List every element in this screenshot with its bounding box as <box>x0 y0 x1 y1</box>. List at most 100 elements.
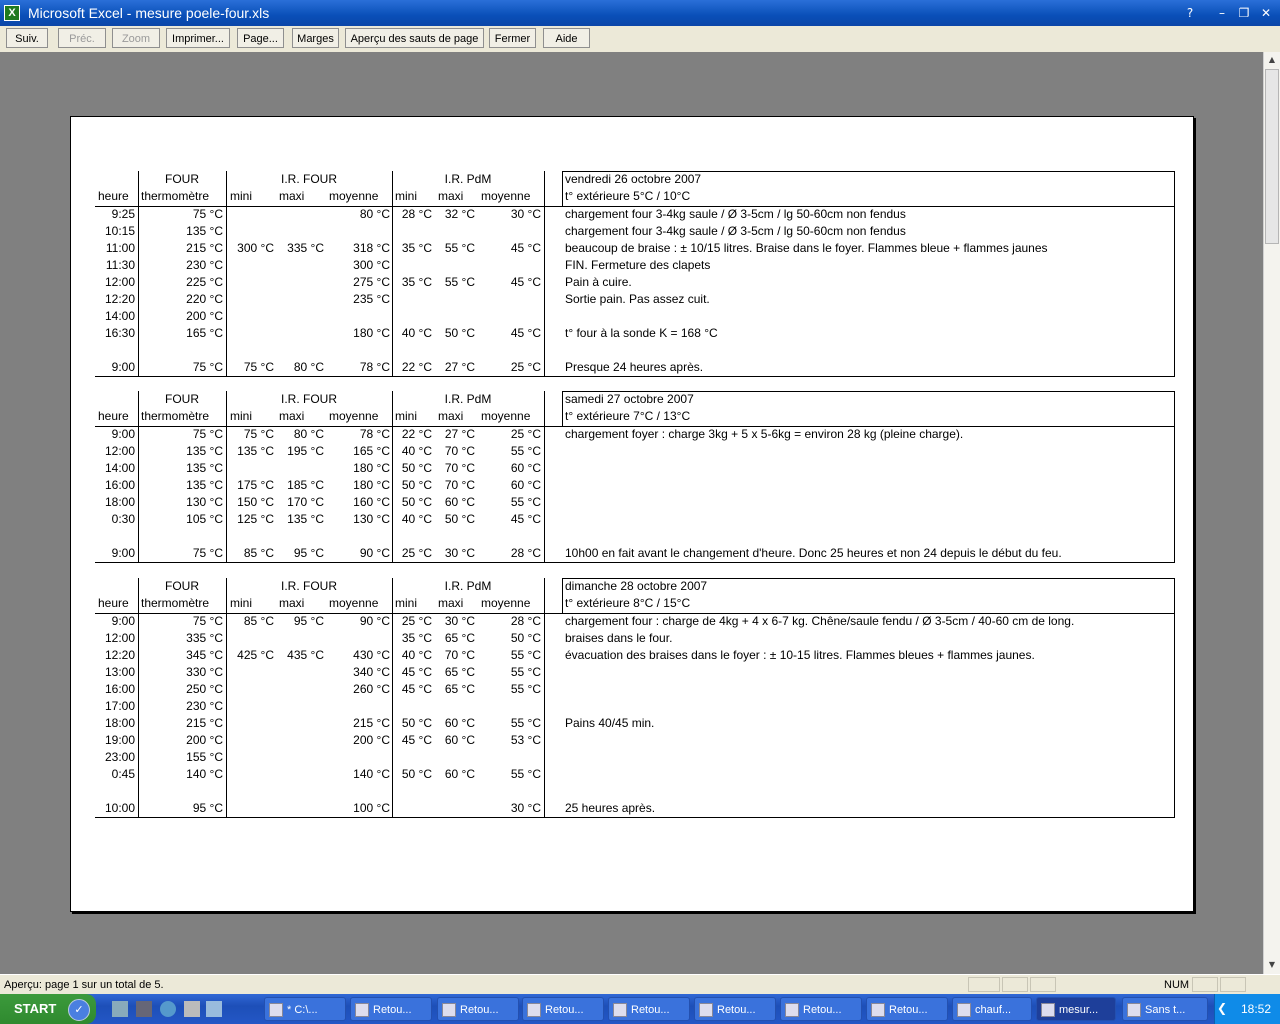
cell: 14:00 <box>104 461 135 475</box>
header-pdm-mini: mini <box>395 409 418 423</box>
chevron-left-icon[interactable]: ❮ <box>1217 1000 1233 1016</box>
cell: 12:20 <box>104 648 135 662</box>
restore-button[interactable]: ❐ <box>1234 4 1254 22</box>
header-pdm-moyenne: moyenne <box>481 596 531 610</box>
taskbar-task[interactable]: Retou... <box>608 997 690 1021</box>
continuation-mark <box>226 536 227 544</box>
cell: 90 °C <box>359 546 390 560</box>
cell: 50 °C <box>444 326 475 340</box>
taskbar-task[interactable]: mesur... <box>1036 997 1116 1021</box>
cell: 60 °C <box>510 461 541 475</box>
quicklaunch-icon[interactable] <box>206 1001 222 1017</box>
cell: 60 °C <box>444 733 475 747</box>
zoom-button[interactable]: Zoom <box>112 28 160 48</box>
cell: beaucoup de braise : ± 10/15 litres. Bra… <box>565 241 1048 255</box>
cell: 50 °C <box>401 461 432 475</box>
taskbar-task[interactable]: Retou... <box>694 997 776 1021</box>
cell: 215 °C <box>186 716 223 730</box>
cell: 85 °C <box>243 546 274 560</box>
header-pdm-maxi: maxi <box>438 596 464 610</box>
header-thermometre: thermomètre <box>141 189 210 203</box>
cell: 12:20 <box>104 292 135 306</box>
previous-page-button[interactable]: Préc. <box>58 28 106 48</box>
browser-icon[interactable] <box>160 1001 176 1017</box>
header-ir-four-moyenne: moyenne <box>329 596 379 610</box>
cell: 80 °C <box>359 207 390 221</box>
taskbar-task[interactable]: * C:\... <box>264 997 346 1021</box>
next-page-button[interactable]: Suiv. <box>6 28 48 48</box>
taskbar-task[interactable]: chauf... <box>952 997 1032 1021</box>
page-setup-button[interactable]: Page... <box>237 28 284 48</box>
quicklaunch-icon[interactable] <box>136 1001 152 1017</box>
header-ir-four-mini: mini <box>230 189 253 203</box>
print-button[interactable]: Imprimer... <box>166 28 230 48</box>
page-break-preview-button[interactable]: Aperçu des sauts de page <box>345 28 484 48</box>
task-app-icon <box>269 1003 283 1017</box>
header-four: FOUR <box>165 579 199 593</box>
block-bottom-rule <box>95 562 1175 563</box>
margins-button[interactable]: Marges <box>292 28 339 48</box>
help-icon[interactable]: ? <box>1180 4 1200 22</box>
header-ir-pdm: I.R. PdM <box>444 579 492 593</box>
task-app-icon <box>1041 1003 1055 1017</box>
scroll-down-icon[interactable]: ▼ <box>1264 957 1280 973</box>
cell: 130 °C <box>186 495 223 509</box>
cell: 100 °C <box>353 801 390 815</box>
taskbar-task[interactable]: Sans t... <box>1122 997 1208 1021</box>
cell: 30 °C <box>444 546 475 560</box>
header-pdm-moyenne: moyenne <box>481 189 531 203</box>
cell: 300 °C <box>353 258 390 272</box>
cell: 32 °C <box>444 207 475 221</box>
cell: évacuation des braises dans le foyer : ±… <box>565 648 1035 662</box>
cell: 65 °C <box>444 682 475 696</box>
title-bar[interactable]: X Microsoft Excel - mesure poele-four.xl… <box>0 0 1280 26</box>
scroll-thumb[interactable] <box>1265 69 1279 244</box>
minimize-button[interactable]: – <box>1212 4 1232 22</box>
header-thermometre: thermomètre <box>141 409 210 423</box>
cell: 9:00 <box>111 360 135 374</box>
close-button[interactable]: ✕ <box>1256 4 1276 22</box>
cell: 75 °C <box>243 360 274 374</box>
column-rule <box>226 171 227 376</box>
cell: 9:00 <box>111 427 135 441</box>
scroll-up-icon[interactable]: ▲ <box>1264 52 1280 68</box>
clock[interactable]: 18:52 <box>1241 1002 1271 1016</box>
column-rule <box>226 578 227 817</box>
header-ir-four-mini: mini <box>230 409 253 423</box>
task-app-icon <box>1127 1003 1141 1017</box>
taskbar-task[interactable]: Retou... <box>522 997 604 1021</box>
cell: 85 °C <box>243 614 274 628</box>
close-preview-button[interactable]: Fermer <box>489 28 536 48</box>
cell: 45 °C <box>401 733 432 747</box>
start-button[interactable]: START ✓ <box>0 994 96 1024</box>
cell: 230 °C <box>186 258 223 272</box>
preview-page: FOUR I.R. FOUR I.R. PdM heure thermomètre min… <box>70 116 1194 912</box>
header-heure: heure <box>98 596 129 610</box>
windows-orb-icon: ✓ <box>68 999 90 1021</box>
cell: 55 °C <box>510 648 541 662</box>
continuation-mark <box>226 791 227 799</box>
taskbar-task[interactable]: Retou... <box>866 997 948 1021</box>
excel-app-icon[interactable]: X <box>4 5 20 21</box>
header-ir-four-maxi: maxi <box>279 189 305 203</box>
show-desktop-icon[interactable] <box>112 1001 128 1017</box>
quicklaunch-icon[interactable] <box>184 1001 200 1017</box>
taskbar-task[interactable]: Retou... <box>780 997 862 1021</box>
taskbar-task[interactable]: Retou... <box>350 997 432 1021</box>
cell: 55 °C <box>510 767 541 781</box>
cell: braises dans le four. <box>565 631 673 645</box>
cell: 55 °C <box>510 716 541 730</box>
vertical-scrollbar[interactable]: ▲ ▼ <box>1263 52 1280 974</box>
cell: 230 °C <box>186 699 223 713</box>
status-cell <box>1030 977 1056 992</box>
taskbar: START ✓ * C:\... Retou... Retou... Retou...… <box>0 994 1280 1024</box>
column-rule <box>138 171 139 376</box>
taskbar-task[interactable]: Retou... <box>437 997 519 1021</box>
continuation-mark <box>392 536 393 544</box>
help-button[interactable]: Aide <box>543 28 590 48</box>
cell: 135 °C <box>186 461 223 475</box>
cell: 25 °C <box>401 546 432 560</box>
cell: 75 °C <box>192 207 223 221</box>
cell: 23:00 <box>104 750 135 764</box>
task-label: Retou... <box>631 1004 670 1016</box>
